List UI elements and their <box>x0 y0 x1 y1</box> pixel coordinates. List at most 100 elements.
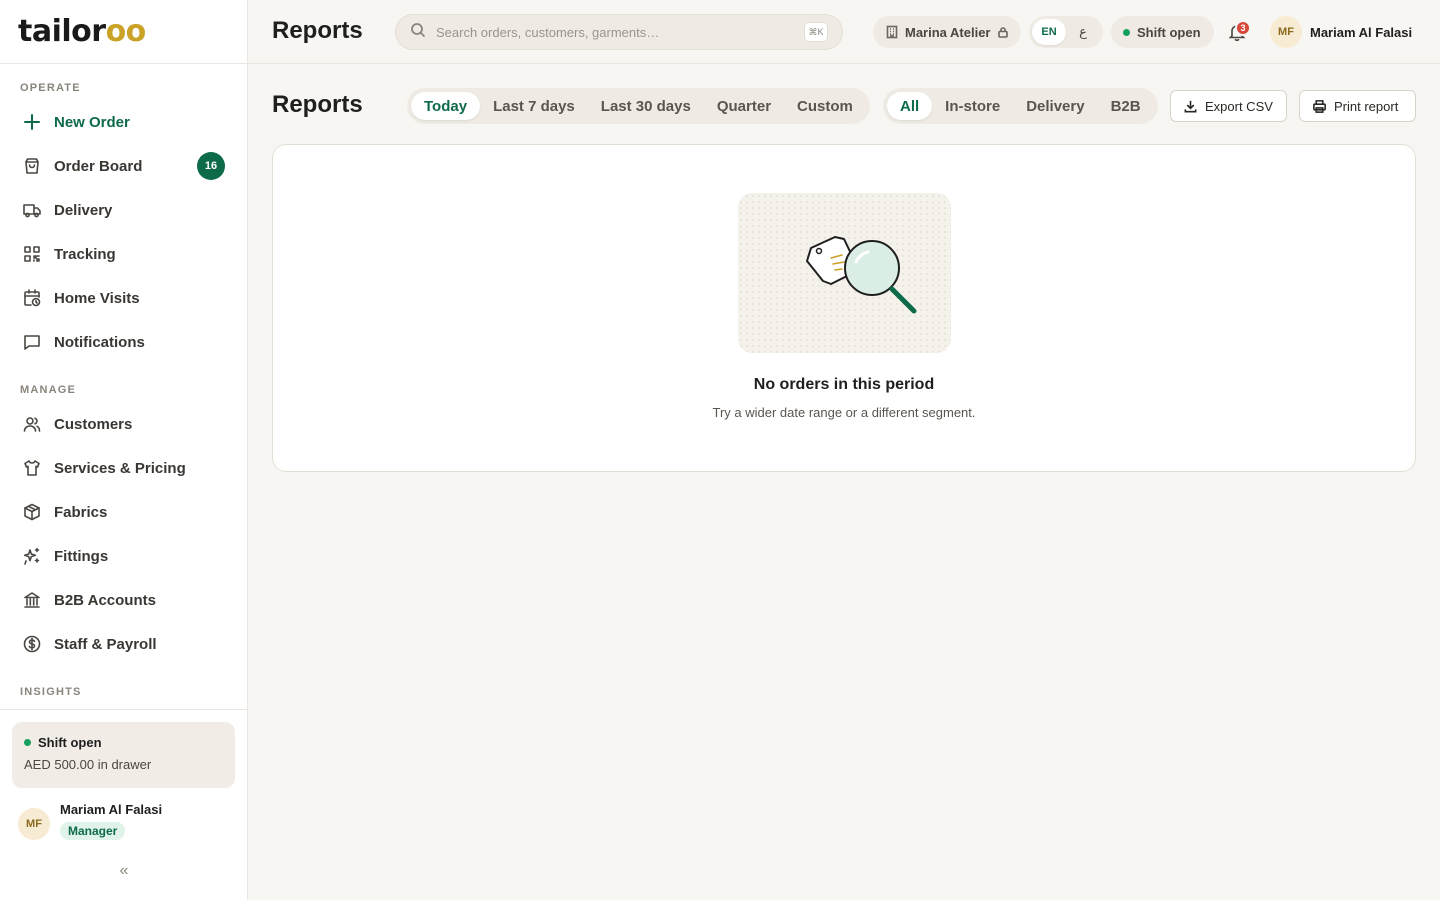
role-badge: Manager <box>60 822 126 840</box>
print-report-label: Print report <box>1334 98 1399 114</box>
user-name: Mariam Al Falasi <box>1310 24 1413 40</box>
segment-option-b2b[interactable]: B2B <box>1098 92 1154 120</box>
period-option-quarter[interactable]: Quarter <box>704 92 784 120</box>
sidebar-item-b2b-accounts[interactable]: B2B Accounts <box>12 580 236 620</box>
bank-icon <box>22 590 42 610</box>
sidebar-item-staff-payroll[interactable]: Staff & Payroll <box>12 624 236 664</box>
shift-status: Shift open <box>24 735 223 750</box>
sidebar-item-label: Fittings <box>54 547 109 565</box>
notification-count-badge: 3 <box>1235 20 1251 36</box>
user-info: Mariam Al Falasi Manager <box>60 802 162 840</box>
segment-filter: All In-store Delivery B2B <box>883 88 1158 124</box>
segment-option-delivery[interactable]: Delivery <box>1013 92 1097 120</box>
notifications-button[interactable]: 3 <box>1228 20 1251 44</box>
search-box[interactable]: ⌘K <box>395 14 843 50</box>
segment-option-in-store[interactable]: In-store <box>932 92 1013 120</box>
sidebar-item-label: Tracking <box>54 245 116 263</box>
shortcut-hint: ⌘K <box>804 22 828 42</box>
period-option-custom[interactable]: Custom <box>784 92 866 120</box>
truck-icon <box>22 200 42 220</box>
period-option-today[interactable]: Today <box>411 92 481 120</box>
printer-icon <box>1313 99 1326 113</box>
sidebar-item-label: Customers <box>54 415 133 433</box>
status-dot <box>1123 28 1130 36</box>
logo-text: tailor <box>18 14 106 49</box>
language-option-ar[interactable]: ع <box>1066 19 1100 45</box>
sidebar-item-label: Order Board <box>54 157 143 175</box>
empty-state-card: No orders in this period Try a wider dat… <box>272 144 1416 472</box>
topbar-title: Reports <box>272 17 363 44</box>
sidebar-user-card[interactable]: MF Mariam Al Falasi Manager <box>18 802 162 840</box>
export-csv-label: Export CSV <box>1205 98 1273 114</box>
branch-name: Marina Atelier <box>905 24 991 40</box>
period-option-last-30-days[interactable]: Last 30 days <box>588 92 704 120</box>
plus-icon <box>22 112 42 132</box>
sidebar-item-new-order[interactable]: New Order <box>12 102 236 142</box>
sidebar-item-delivery[interactable]: Delivery <box>12 190 236 230</box>
sidebar-item-label: Notifications <box>54 333 145 351</box>
print-report-button[interactable]: Print report <box>1299 90 1416 122</box>
section-title-manage: MANAGE <box>20 384 77 396</box>
collapse-sidebar-icon[interactable]: « <box>114 862 134 882</box>
sidebar: tailoroo OPERATE New Order Order Board 1… <box>0 0 248 900</box>
message-icon <box>22 332 42 352</box>
drawer-amount: AED 500.00 in drawer <box>24 757 152 772</box>
empty-state-subtitle: Try a wider date range or a different se… <box>712 405 976 420</box>
download-icon <box>1184 100 1197 112</box>
avatar: MF <box>1270 16 1302 48</box>
building-icon <box>886 25 898 39</box>
user-name: Mariam Al Falasi <box>60 802 163 817</box>
users-icon <box>22 414 42 434</box>
sidebar-divider <box>0 709 247 710</box>
sidebar-item-services-pricing[interactable]: Services & Pricing <box>12 448 236 488</box>
sidebar-item-label: Services & Pricing <box>54 459 186 477</box>
sidebar-item-customers[interactable]: Customers <box>12 404 236 444</box>
user-menu[interactable]: MF Mariam Al Falasi <box>1270 16 1412 48</box>
shift-status-label: Shift open <box>38 735 102 750</box>
logo-accent: oo <box>105 14 147 49</box>
lock-icon <box>997 27 1008 38</box>
shift-status-label: Shift open <box>1137 24 1201 40</box>
branch-selector[interactable]: Marina Atelier <box>873 16 1021 48</box>
box-icon <box>22 502 42 522</box>
period-option-last-7-days[interactable]: Last 7 days <box>480 92 588 120</box>
status-dot <box>24 739 31 746</box>
sidebar-item-tracking[interactable]: Tracking <box>12 234 236 274</box>
calendar-clock-icon <box>22 288 42 308</box>
dollar-circle-icon <box>22 634 42 654</box>
language-option-en[interactable]: EN <box>1032 19 1066 45</box>
sidebar-item-label: Home Visits <box>54 289 140 307</box>
topbar: Reports ⌘K Marina Atelier EN ع Shift ope… <box>248 0 1440 64</box>
sidebar-item-label: Staff & Payroll <box>54 635 157 653</box>
shift-card[interactable]: Shift open AED 500.00 in drawer <box>12 722 235 788</box>
shift-status-pill[interactable]: Shift open <box>1111 16 1214 48</box>
sidebar-item-fittings[interactable]: Fittings <box>12 536 236 576</box>
sidebar-item-home-visits[interactable]: Home Visits <box>12 278 236 318</box>
segment-option-all[interactable]: All <box>887 92 933 120</box>
logo-area: tailoroo <box>0 0 247 64</box>
sparkles-icon <box>22 546 42 566</box>
export-csv-button[interactable]: Export CSV <box>1170 90 1287 122</box>
shirt-icon <box>22 458 42 478</box>
search-input[interactable] <box>436 24 796 40</box>
language-toggle: EN ع <box>1029 16 1103 48</box>
qr-icon <box>22 244 42 264</box>
search-icon <box>410 22 426 43</box>
empty-state-illustration <box>738 193 951 353</box>
period-filter: Today Last 7 days Last 30 days Quarter C… <box>407 88 870 124</box>
avatar: MF <box>18 808 50 840</box>
section-title-insights: INSIGHTS <box>20 686 82 698</box>
tag-magnifier-icon <box>806 236 917 314</box>
bag-icon <box>22 156 42 176</box>
logo[interactable]: tailoroo <box>18 14 146 49</box>
sidebar-item-fabrics[interactable]: Fabrics <box>12 492 236 532</box>
sidebar-item-label: New Order <box>54 113 130 131</box>
page-title: Reports <box>272 91 363 118</box>
sidebar-item-label: Delivery <box>54 201 113 219</box>
order-count-badge: 16 <box>197 152 225 180</box>
sidebar-item-label: B2B Accounts <box>54 591 156 609</box>
sidebar-item-label: Fabrics <box>54 503 108 521</box>
empty-state-title: No orders in this period <box>753 376 935 393</box>
sidebar-item-order-board[interactable]: Order Board 16 <box>12 146 236 186</box>
sidebar-item-notifications[interactable]: Notifications <box>12 322 236 362</box>
